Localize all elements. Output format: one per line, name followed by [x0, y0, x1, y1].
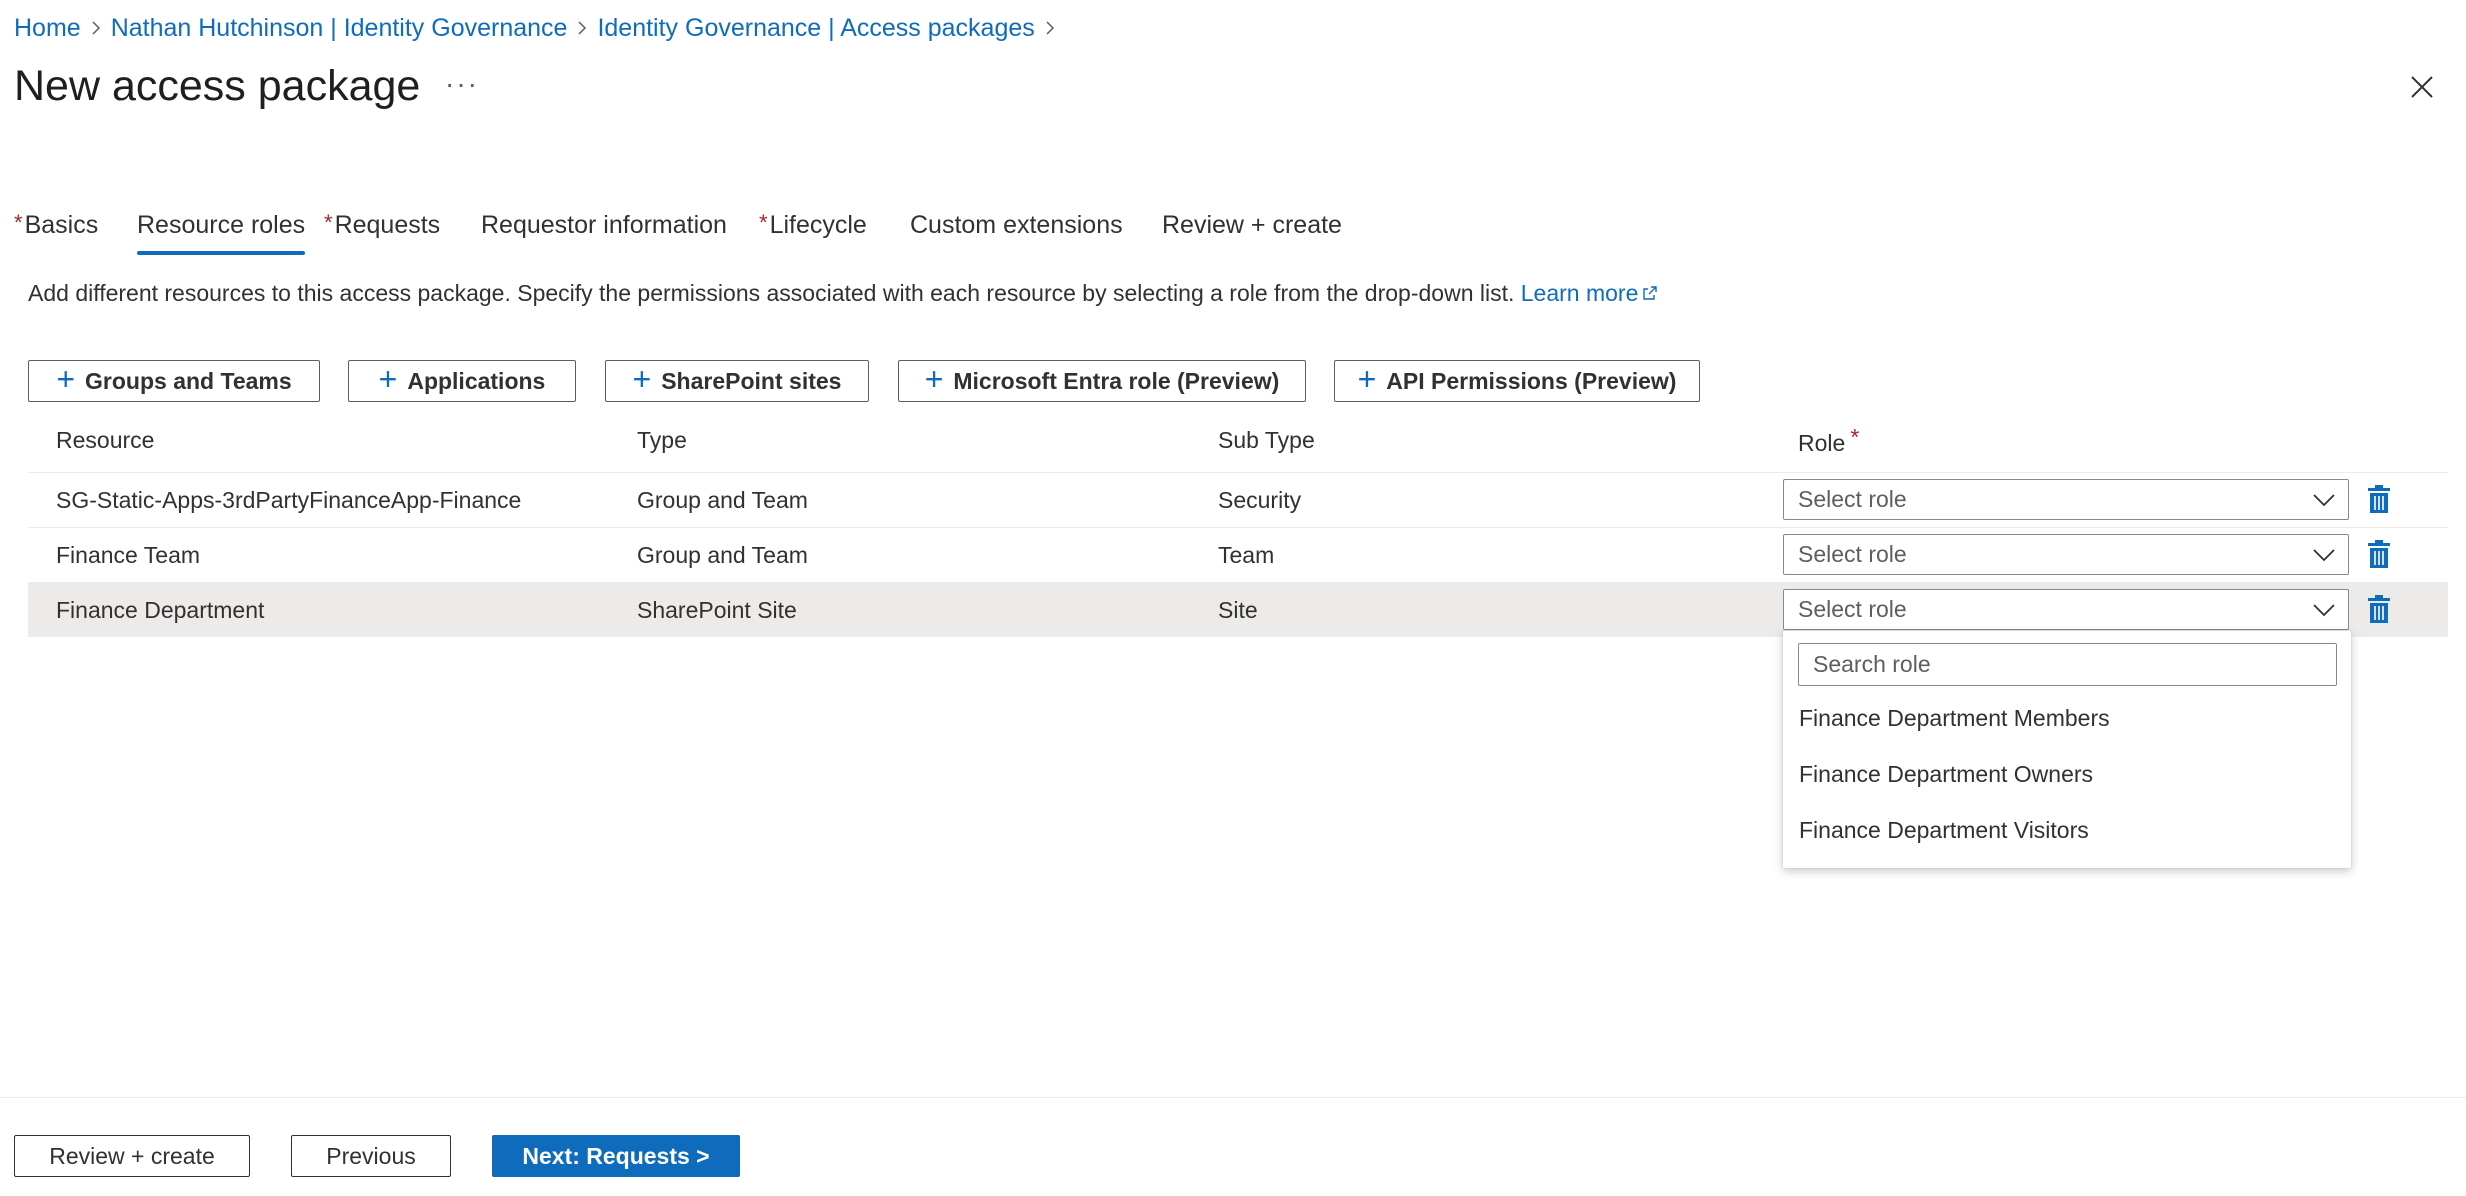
chevron-down-icon [2313, 549, 2335, 562]
plus-icon: + [632, 361, 652, 397]
plus-icon: + [924, 361, 944, 397]
column-header-subtype: Sub Type [1218, 427, 1315, 453]
role-dropdown-menu: Finance Department Members Finance Depar… [1783, 631, 2351, 868]
role-option-owners[interactable]: Finance Department Owners [1783, 748, 2351, 800]
resource-cell: Finance Department [56, 597, 265, 623]
role-dropdown[interactable]: Select role [1783, 479, 2349, 520]
subtype-cell: Security [1218, 487, 1302, 513]
previous-button[interactable]: Previous [291, 1135, 451, 1177]
plus-icon: + [56, 361, 76, 397]
external-link-icon [1643, 286, 1658, 300]
type-cell: Group and Team [637, 487, 808, 513]
add-sharepoint-sites-button[interactable]: + SharePoint sites [605, 360, 869, 402]
resource-cell: Finance Team [56, 542, 201, 568]
breadcrumb: Home Nathan Hutchinson | Identity Govern… [14, 12, 1065, 44]
role-dropdown-value: Select role [1798, 486, 1907, 512]
column-header-type: Type [637, 427, 687, 453]
trash-icon[interactable] [2366, 484, 2392, 514]
add-applications-button[interactable]: + Applications [348, 360, 576, 402]
required-marker: * [324, 210, 333, 235]
tab-custom-extensions[interactable]: Custom extensions [910, 205, 1123, 255]
description: Add different resources to this access p… [28, 278, 1658, 308]
next-requests-button[interactable]: Next: Requests > [492, 1135, 740, 1177]
role-dropdown[interactable]: Select role [1783, 589, 2349, 630]
breadcrumb-identity-governance[interactable]: Nathan Hutchinson | Identity Governance [111, 14, 568, 43]
role-dropdown[interactable]: Select role [1783, 534, 2349, 575]
plus-icon: + [1357, 361, 1377, 397]
learn-more-link[interactable]: Learn more [1521, 280, 1659, 306]
tab-lifecycle[interactable]: *Lifecycle [759, 205, 867, 255]
role-option-visitors[interactable]: Finance Department Visitors [1783, 804, 2351, 856]
add-api-permissions-button[interactable]: + API Permissions (Preview) [1334, 360, 1700, 402]
tab-requests[interactable]: *Requests [324, 205, 440, 255]
required-marker: * [14, 210, 23, 235]
role-dropdown-value: Select role [1798, 596, 1907, 622]
trash-icon[interactable] [2366, 594, 2392, 624]
close-icon[interactable] [2405, 70, 2439, 104]
chevron-right-icon [567, 12, 597, 44]
tab-basics[interactable]: *Basics [14, 205, 98, 255]
description-text: Add different resources to this access p… [28, 280, 1521, 306]
tab-review-create[interactable]: Review + create [1162, 205, 1342, 255]
required-marker: * [1850, 424, 1860, 450]
type-cell: Group and Team [637, 542, 808, 568]
type-cell: SharePoint Site [637, 597, 797, 623]
plus-icon: + [378, 361, 398, 397]
subtype-cell: Team [1218, 542, 1275, 568]
add-entra-role-button[interactable]: + Microsoft Entra role (Preview) [898, 360, 1306, 402]
add-groups-and-teams-button[interactable]: + Groups and Teams [28, 360, 320, 402]
more-options-icon[interactable]: ··· [445, 70, 479, 98]
chevron-down-icon [2313, 494, 2335, 507]
tab-requestor-information[interactable]: Requestor information [481, 205, 727, 255]
role-option-members[interactable]: Finance Department Members [1783, 692, 2351, 744]
role-dropdown-value: Select role [1798, 541, 1907, 567]
trash-icon[interactable] [2366, 539, 2392, 569]
column-header-role: Role * [1798, 424, 1860, 456]
footer-bar: Review + create Previous Next: Requests … [0, 1097, 2466, 1196]
breadcrumb-home[interactable]: Home [14, 14, 81, 43]
chevron-right-icon [81, 12, 111, 44]
review-create-button[interactable]: Review + create [14, 1135, 250, 1177]
tab-resource-roles[interactable]: Resource roles [137, 205, 306, 255]
column-header-resource: Resource [56, 427, 155, 453]
chevron-down-icon [2313, 604, 2335, 617]
subtype-cell: Site [1218, 597, 1258, 623]
required-marker: * [759, 210, 768, 235]
page-title: New access package [14, 62, 421, 110]
search-role-input[interactable] [1798, 643, 2337, 686]
breadcrumb-access-packages[interactable]: Identity Governance | Access packages [597, 14, 1034, 43]
resource-cell: SG-Static-Apps-3rdPartyFinanceApp-Financ… [56, 487, 522, 513]
chevron-right-icon [1035, 12, 1065, 44]
